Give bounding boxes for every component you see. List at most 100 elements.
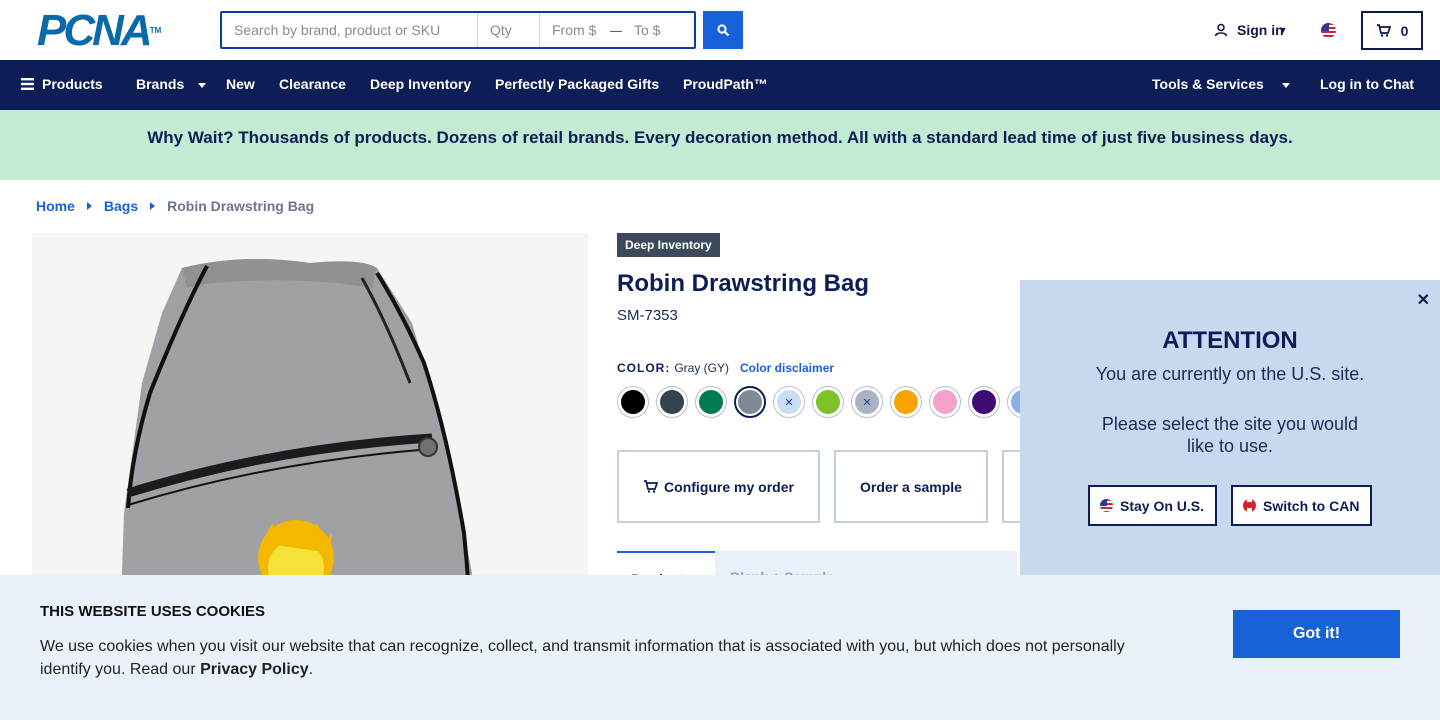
color-swatch-dot — [660, 390, 684, 414]
switch-can-button[interactable]: Switch to CAN — [1231, 485, 1372, 526]
product-tabs: Product Blank + Sample — [617, 551, 1017, 587]
breadcrumb-current: Robin Drawstring Bag — [167, 198, 315, 214]
nav-tools[interactable]: Tools & Services — [1152, 76, 1290, 92]
nav-gifts-label: Perfectly Packaged Gifts — [495, 76, 660, 92]
cart-count: 0 — [1400, 22, 1409, 39]
sign-in-label: Sign in — [1237, 22, 1284, 38]
cart-icon — [644, 480, 659, 493]
sign-in-menu[interactable]: Sign in ▼ — [1214, 22, 1288, 38]
color-swatch-green[interactable] — [695, 386, 727, 418]
cookie-period: . — [308, 661, 314, 678]
caret-down-icon — [198, 82, 207, 88]
nav-deep-inventory[interactable]: Deep Inventory — [370, 76, 471, 92]
unavailable-icon: ✕ — [784, 396, 794, 409]
color-swatch-pink[interactable] — [929, 386, 961, 418]
color-swatch-dot — [933, 390, 957, 414]
order-sample-button[interactable]: Order a sample — [834, 450, 988, 523]
accept-cookies-button[interactable]: Got it! — [1233, 610, 1400, 658]
color-swatch-gray[interactable] — [734, 386, 766, 418]
configure-order-button[interactable]: Configure my order — [617, 450, 820, 523]
nav-brands[interactable]: Brands — [136, 76, 207, 92]
close-icon[interactable]: ✕ — [1417, 290, 1430, 310]
search-bar: — — [220, 11, 696, 49]
color-swatch-dot: ✕ — [855, 390, 879, 414]
nav-clearance-label: Clearance — [279, 76, 346, 92]
color-swatch-purple[interactable] — [968, 386, 1000, 418]
main-nav: Products Brands New Clearance Deep Inven… — [0, 60, 1440, 110]
caret-down-icon — [1281, 82, 1290, 88]
color-swatch-black[interactable] — [617, 386, 649, 418]
site-header: PCNATM — Sign in ▼ 0 — [0, 0, 1440, 60]
search-icon — [716, 23, 729, 36]
search-input[interactable] — [222, 13, 478, 47]
configure-order-label: Configure my order — [664, 478, 794, 495]
nav-new-label: New — [226, 76, 255, 92]
nav-products[interactable]: Products — [21, 76, 103, 92]
cookie-title: THIS WEBSITE USES COOKIES — [40, 603, 266, 620]
color-swatch-dot — [738, 390, 762, 414]
search-button[interactable] — [703, 11, 743, 49]
attention-title: ATTENTION — [1162, 327, 1298, 354]
nav-deep-inventory-label: Deep Inventory — [370, 76, 472, 92]
nav-new[interactable]: New — [226, 76, 255, 92]
nav-gifts[interactable]: Perfectly Packaged Gifts — [495, 76, 659, 92]
nav-proudpath-label: ProudPath™ — [683, 76, 768, 92]
cart-button[interactable]: 0 — [1361, 11, 1423, 50]
color-swatch-orange[interactable] — [890, 386, 922, 418]
order-sample-label: Order a sample — [860, 478, 962, 495]
switch-can-label: Switch to CAN — [1263, 497, 1360, 514]
color-swatch-dot — [894, 390, 918, 414]
attention-line-1: You are currently on the U.S. site. — [1095, 364, 1365, 384]
color-swatch-dot: ✕ — [777, 390, 801, 414]
nav-tools-label: Tools & Services — [1152, 76, 1264, 92]
cart-icon — [1376, 24, 1391, 37]
cookie-text: We use cookies when you visit our websit… — [40, 635, 1150, 681]
caret-right-icon — [150, 202, 156, 210]
product-title: Robin Drawstring Bag — [617, 270, 870, 297]
color-swatch-lime[interactable] — [812, 386, 844, 418]
chevron-down-icon: ▼ — [1278, 25, 1288, 35]
deep-inventory-tag: Deep Inventory — [617, 233, 720, 257]
privacy-policy-link[interactable]: Privacy Policy — [200, 661, 309, 678]
cookie-banner: THIS WEBSITE USES COOKIES We use cookies… — [0, 575, 1440, 720]
nav-products-label: Products — [42, 76, 103, 92]
color-swatch-dot — [699, 390, 723, 414]
breadcrumb-bags[interactable]: Bags — [104, 198, 138, 214]
pcna-logo[interactable]: PCNATM — [37, 9, 161, 53]
product-actions: Configure my order Order a sample — [617, 450, 1032, 523]
nav-clearance[interactable]: Clearance — [279, 76, 346, 92]
user-icon — [1214, 23, 1228, 37]
us-flag-icon[interactable] — [1321, 23, 1336, 38]
nav-proudpath[interactable]: ProudPath™ — [683, 76, 768, 92]
breadcrumb-home[interactable]: Home — [36, 198, 75, 214]
color-swatch-charcoal[interactable] — [656, 386, 688, 418]
menu-icon — [21, 78, 34, 90]
color-swatches: ✕✕✕ — [617, 386, 1039, 418]
product-sku: SM-7353 — [617, 307, 678, 324]
color-selector-label: COLOR: Gray (GY) Color disclaimer — [617, 361, 834, 375]
us-flag-icon — [1100, 499, 1113, 512]
breadcrumb: Home Bags Robin Drawstring Bag — [36, 198, 314, 214]
caret-right-icon — [86, 202, 92, 210]
stay-us-label: Stay On U.S. — [1120, 497, 1205, 514]
tab-product-details[interactable]: Product — [617, 551, 715, 587]
stay-us-button[interactable]: Stay On U.S. — [1088, 485, 1217, 526]
color-swatch-light-blue[interactable]: ✕ — [773, 386, 805, 418]
nav-chat[interactable]: Log in to Chat — [1320, 76, 1414, 92]
site-selector-modal: ✕ ATTENTION You are currently on the U.S… — [1020, 280, 1440, 580]
color-disclaimer-link[interactable]: Color disclaimer — [740, 361, 834, 375]
price-to-input[interactable] — [622, 13, 694, 47]
color-swatch-dot — [816, 390, 840, 414]
price-from-input[interactable] — [540, 13, 610, 47]
quantity-input[interactable] — [478, 13, 540, 47]
unavailable-icon: ✕ — [862, 396, 872, 409]
price-range-dash: — — [610, 22, 624, 38]
promo-banner: Why Wait? Thousands of products. Dozens … — [0, 110, 1440, 180]
color-label: COLOR: — [617, 361, 671, 375]
color-value: Gray (GY) — [674, 361, 729, 375]
color-swatch-dot — [621, 390, 645, 414]
nav-brands-label: Brands — [136, 76, 185, 92]
promo-banner-text: Why Wait? Thousands of products. Dozens … — [147, 128, 1293, 147]
color-swatch-silver[interactable]: ✕ — [851, 386, 883, 418]
color-swatch-dot — [972, 390, 996, 414]
